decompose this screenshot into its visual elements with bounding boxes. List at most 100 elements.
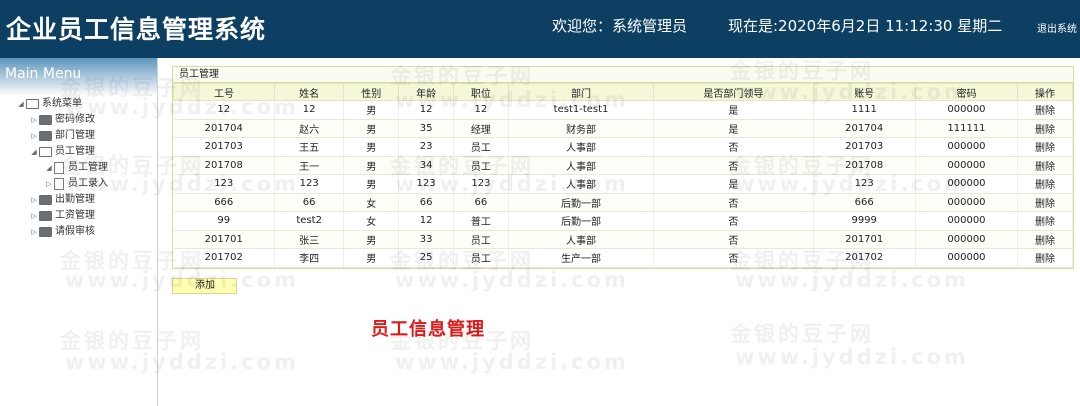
current-datetime: 现在是:2020年6月2日 11:12:30 星期二 <box>728 17 1003 35</box>
table-cell: 12 <box>173 100 275 120</box>
welcome-text: 欢迎您：系统管理员 <box>552 17 688 35</box>
table-cell: 12 <box>453 100 509 120</box>
delete-link[interactable]: 删除 <box>1017 193 1073 212</box>
table-cell: 否 <box>653 193 814 212</box>
table-cell: 66 <box>453 193 509 212</box>
menu-item-label: 部门管理 <box>55 130 95 141</box>
column-header: 年龄 <box>398 83 454 101</box>
delete-link[interactable]: 删除 <box>1017 211 1073 231</box>
collapse-arrow-icon[interactable]: ▷ <box>29 208 39 224</box>
table-cell: 男 <box>343 230 400 249</box>
table-cell: 12 <box>398 211 454 231</box>
table-cell: 34 <box>398 156 454 175</box>
table-cell: 111111 <box>915 119 1019 138</box>
table-cell: 123 <box>173 174 275 194</box>
table-cell: 201708 <box>813 156 916 175</box>
folder-icon <box>39 211 52 221</box>
table-cell: test1-test1 <box>508 100 655 120</box>
table-cell: 666 <box>173 193 275 212</box>
tree-root[interactable]: ◢ 系统菜单 <box>16 96 82 112</box>
collapse-arrow-icon[interactable]: ▷ <box>29 128 39 144</box>
column-header: 密码 <box>914 83 1019 101</box>
table-row: 12 12 男 12 12 test1-test1 是 1111 000000 删除 <box>173 100 1073 120</box>
table-cell: 000000 <box>915 137 1019 157</box>
table-cell: 9999 <box>813 211 916 231</box>
column-header: 是否部门领导 <box>653 83 814 101</box>
table-cell: 王五 <box>274 137 345 157</box>
table-cell: 123 <box>813 174 916 194</box>
table-row: 201708 王一男 34 员工 人事部否 201708 000000 删除 <box>173 156 1073 175</box>
menu-subitem-employee-manage[interactable]: ◢ 员工管理 <box>44 160 108 176</box>
delete-link[interactable]: 删除 <box>1017 230 1073 249</box>
table-cell: 25 <box>398 248 454 268</box>
table-cell: 男 <box>343 137 400 157</box>
delete-link[interactable]: 删除 <box>1017 248 1073 268</box>
table-cell: 是 <box>653 100 814 120</box>
table-cell: 000000 <box>915 211 1019 231</box>
collapse-arrow-icon[interactable]: ▷ <box>29 192 39 208</box>
table-cell: 201703 <box>173 137 275 157</box>
table-cell: 000000 <box>915 230 1019 249</box>
menu-item-department[interactable]: ▷ 部门管理 <box>29 128 95 144</box>
delete-link[interactable]: 删除 <box>1017 156 1073 175</box>
folder-icon <box>39 131 52 141</box>
collapse-arrow-icon[interactable]: ▷ <box>29 112 39 128</box>
main-content: 员工管理 工号 姓名 性别 年龄 职位 部门 是否部门领导 账号 密码 操作 1… <box>172 66 1074 294</box>
table-cell: 201701 <box>173 230 275 249</box>
table-cell: 人事部 <box>508 156 655 175</box>
delete-link[interactable]: 删除 <box>1017 100 1073 120</box>
column-header: 工号 <box>173 83 275 101</box>
column-header: 性别 <box>343 83 400 101</box>
table-cell: 000000 <box>915 193 1019 212</box>
table-cell: 女 <box>343 211 400 231</box>
collapse-arrow-icon[interactable]: ▷ <box>44 176 54 192</box>
table-cell: 否 <box>653 211 814 231</box>
menu-item-leave-review[interactable]: ▷ 请假审核 <box>29 224 95 240</box>
delete-link[interactable]: 删除 <box>1017 137 1073 157</box>
table-cell: 经理 <box>453 119 509 138</box>
table-cell: 201704 <box>173 119 275 138</box>
menu-item-label: 请假审核 <box>55 226 95 237</box>
logout-link[interactable]: 退出系统 <box>1037 20 1077 35</box>
collapse-arrow-icon[interactable]: ▷ <box>29 224 39 240</box>
delete-link[interactable]: 删除 <box>1017 174 1073 194</box>
table-row: 201704 赵六男 35 经理 财务部是 201704 111111 删除 <box>173 119 1073 138</box>
employee-panel: 员工管理 工号 姓名 性别 年龄 职位 部门 是否部门领导 账号 密码 操作 1… <box>172 66 1074 269</box>
column-header: 姓名 <box>273 83 345 101</box>
expand-arrow-icon[interactable]: ◢ <box>16 96 26 112</box>
tree-root-label: 系统菜单 <box>42 98 82 109</box>
table-cell: 12 <box>398 100 454 120</box>
table-cell: 000000 <box>915 100 1019 120</box>
add-button[interactable]: 添加 <box>172 278 237 294</box>
table-row: 99 test2 女 12 普工 后勤一部否 9999 000000 删除 <box>173 211 1073 231</box>
table-cell: 财务部 <box>508 119 655 138</box>
employee-table: 工号 姓名 性别 年龄 职位 部门 是否部门领导 账号 密码 操作 12 12 男 1… <box>173 83 1073 268</box>
table-body: 12 12 男 12 12 test1-test1 是 1111 000000 删除 201704 赵… <box>173 100 1073 268</box>
menu-item-salary[interactable]: ▷ 工资管理 <box>29 208 95 224</box>
folder-open-icon <box>39 147 52 157</box>
expand-arrow-icon[interactable]: ◢ <box>44 160 54 176</box>
table-cell: 张三 <box>274 230 345 249</box>
table-cell: 男 <box>343 119 400 138</box>
table-cell: 男 <box>343 174 400 194</box>
menu-item-employee[interactable]: ◢ 员工管理 <box>29 144 95 160</box>
page-caption: 员工信息管理 <box>371 319 485 340</box>
menu-item-attendance[interactable]: ▷ 出勤管理 <box>29 192 95 208</box>
table-cell: 否 <box>653 137 814 157</box>
table-cell: 否 <box>653 156 814 175</box>
table-cell: 000000 <box>915 248 1019 268</box>
table-cell: 000000 <box>915 156 1019 175</box>
menu-subitem-employee-entry[interactable]: ▷ 员工录入 <box>44 176 108 192</box>
column-header: 部门 <box>507 83 655 101</box>
watermark: 金银的豆子网 <box>730 322 874 346</box>
table-cell: 123 <box>274 174 345 194</box>
table-cell: 201702 <box>173 248 275 268</box>
column-header: 账号 <box>812 83 916 101</box>
delete-link[interactable]: 删除 <box>1017 119 1073 138</box>
menu-item-password[interactable]: ▷ 密码修改 <box>29 112 95 128</box>
table-cell: 201708 <box>173 156 275 175</box>
menu-item-label: 密码修改 <box>55 114 95 125</box>
expand-arrow-icon[interactable]: ◢ <box>29 144 39 160</box>
table-cell: 后勤一部 <box>508 193 655 212</box>
table-cell: 员工 <box>453 248 509 268</box>
